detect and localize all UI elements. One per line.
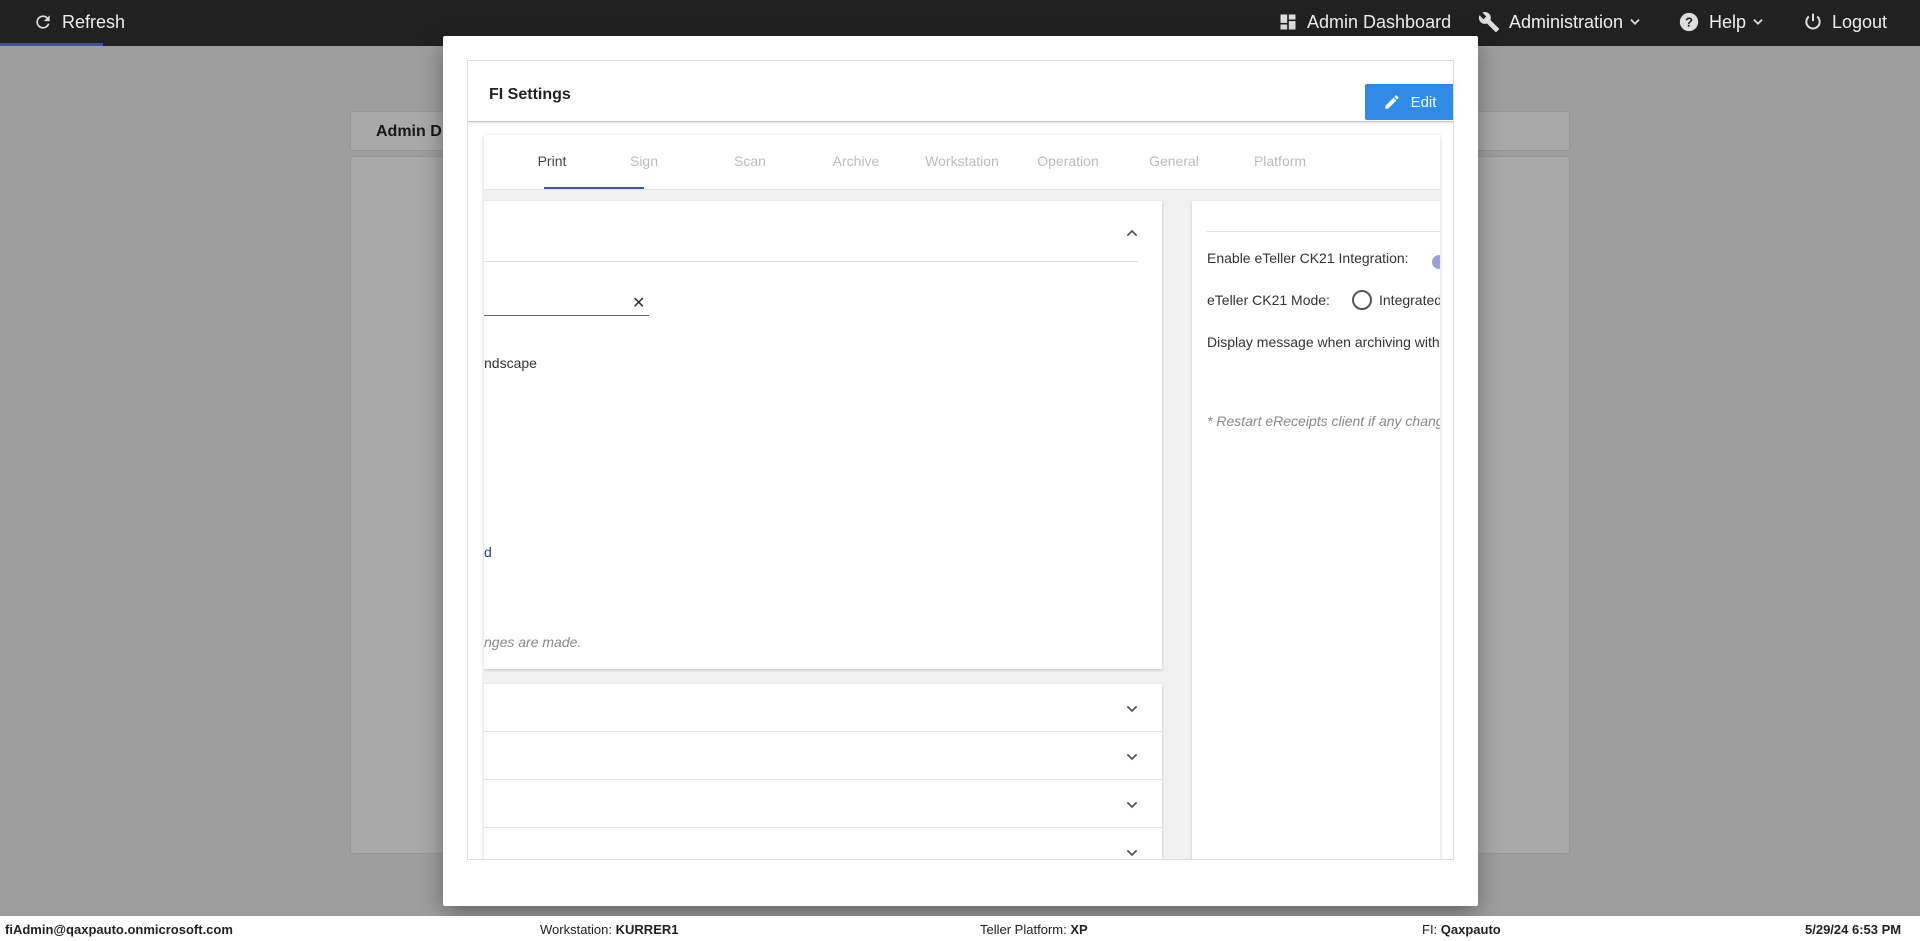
workstation-label: Workstation: — [540, 922, 613, 937]
tab-platform[interactable]: Platform — [1230, 153, 1330, 169]
collapsed-sections — [484, 684, 1162, 859]
display-message-label: Display message when archiving with — [1207, 334, 1440, 350]
tab-general[interactable]: General — [1124, 153, 1224, 169]
modal-title: FI Settings — [489, 86, 571, 103]
chevron-down-icon — [1126, 753, 1138, 761]
ck21-mode-integrated-label: Integrated — [1379, 292, 1440, 308]
accordion-row[interactable] — [484, 684, 1162, 732]
settings-link[interactable]: d — [484, 544, 492, 560]
fi-value: Qaxpauto — [1440, 922, 1501, 937]
platform-value: XP — [1070, 922, 1088, 937]
card-divider — [1207, 231, 1440, 232]
status-footer: fiAdmin@qaxpauto.onmicrosoft.com Worksta… — [0, 916, 1920, 941]
tab-workstation[interactable]: Workstation — [912, 153, 1012, 169]
chevron-down-icon — [1126, 705, 1138, 713]
print-settings-card: ✕ ndscape d nges are made. — [484, 201, 1162, 669]
edit-button[interactable]: Edit — [1365, 84, 1453, 120]
chevron-down-icon — [1630, 19, 1640, 25]
logout-button[interactable]: Logout — [1803, 0, 1887, 44]
tab-archive[interactable]: Archive — [806, 153, 906, 169]
accordion-row[interactable] — [484, 732, 1162, 780]
settings-tabbar: Print Sign Scan Archive Workstation Oper… — [484, 135, 1440, 190]
refresh-button[interactable]: Refresh — [33, 0, 125, 44]
refresh-icon — [36, 15, 50, 29]
clear-icon[interactable]: ✕ — [632, 293, 645, 313]
workstation-value: KURRER1 — [615, 922, 679, 937]
tab-print[interactable]: Print — [502, 153, 602, 169]
ck21-mode-integrated-radio[interactable] — [1352, 290, 1372, 310]
svg-text:?: ? — [1685, 15, 1693, 30]
enable-ck21-toggle[interactable] — [1432, 255, 1440, 269]
fi-settings-modal: FI Settings Edit Print Sign Scan Archive… — [443, 36, 1478, 906]
footer-platform: Teller Platform: XP — [980, 922, 1088, 937]
chevron-down-icon — [1126, 801, 1138, 809]
eteller-settings-card: Enable eTeller CK21 Integration: eTeller… — [1192, 201, 1440, 859]
pencil-icon — [1384, 95, 1399, 109]
ck21-mode-label: eTeller CK21 Mode: — [1207, 292, 1330, 308]
settings-panel: Print Sign Scan Archive Workstation Oper… — [484, 135, 1440, 859]
landscape-option-label: ndscape — [484, 355, 537, 371]
printer-select-input[interactable] — [484, 315, 649, 316]
tab-operation[interactable]: Operation — [1018, 153, 1118, 169]
footer-user: fiAdmin@qaxpauto.onmicrosoft.com — [5, 922, 233, 937]
admin-dashboard-label: Admin Dashboard — [1307, 11, 1452, 32]
logout-label: Logout — [1832, 11, 1888, 32]
edit-label: Edit — [1410, 93, 1437, 111]
dashboard-icon — [1280, 14, 1296, 30]
chevron-down-icon — [1753, 19, 1763, 25]
administration-label: Administration — [1509, 11, 1624, 32]
help-menu[interactable]: ? Help — [1678, 0, 1765, 44]
tab-sign[interactable]: Sign — [594, 153, 694, 169]
modal-titlebar: FI Settings Edit — [468, 61, 1453, 122]
tab-scan[interactable]: Scan — [700, 153, 800, 169]
enable-ck21-label: Enable eTeller CK21 Integration: — [1207, 250, 1409, 266]
footer-datetime: 5/29/24 6:53 PM — [1805, 922, 1902, 937]
help-label: Help — [1709, 11, 1747, 32]
power-icon — [1805, 13, 1821, 30]
accordion-row[interactable] — [484, 780, 1162, 828]
footer-fi: FI: Qaxpauto — [1422, 922, 1501, 937]
modal-frame: FI Settings Edit Print Sign Scan Archive… — [467, 60, 1454, 860]
platform-label: Teller Platform: — [980, 922, 1067, 937]
help-icon: ? — [1679, 12, 1699, 32]
restart-client-note: * Restart eReceipts client if any chang — [1207, 413, 1440, 429]
refresh-label: Refresh — [62, 11, 126, 32]
chevron-up-icon[interactable] — [1124, 225, 1140, 241]
accordion-row[interactable] — [484, 828, 1162, 859]
active-tab-indicator — [544, 187, 644, 189]
chevron-down-icon — [1126, 849, 1138, 857]
wrench-icon — [1478, 12, 1500, 33]
footer-workstation: Workstation: KURRER1 — [540, 922, 678, 937]
administration-menu[interactable]: Administration — [1478, 0, 1642, 44]
fi-label: FI: — [1422, 922, 1438, 937]
card-divider — [484, 261, 1138, 262]
restart-note: nges are made. — [484, 634, 582, 650]
